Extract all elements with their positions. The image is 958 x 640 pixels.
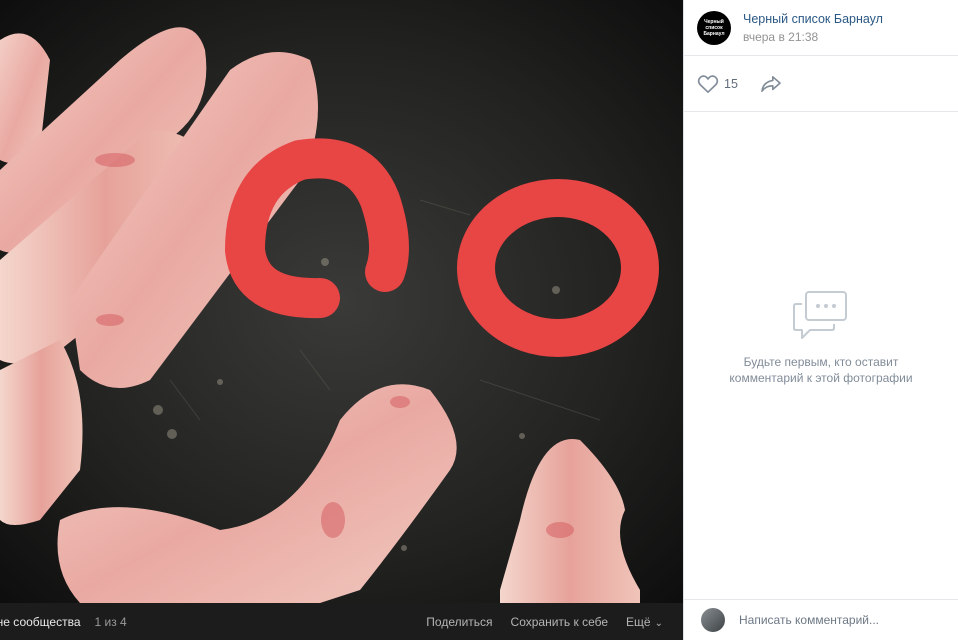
author-header: Черный список Барнаул Черный список Барн…	[684, 0, 958, 56]
photo-info-panel: Черный список Барнаул Черный список Барн…	[683, 0, 958, 640]
post-timestamp[interactable]: вчера в 21:38	[743, 29, 883, 45]
photo-bottom-bar: ене сообщества 1 из 4 Поделиться Сохрани…	[0, 603, 683, 640]
photo-viewer: ене сообщества 1 из 4 Поделиться Сохрани…	[0, 0, 683, 640]
user-avatar[interactable]	[701, 608, 725, 632]
community-name-link[interactable]: Черный список Барнаул	[743, 11, 883, 27]
share-photo-button[interactable]: Поделиться	[426, 615, 492, 629]
avatar-text-line-3: Барнаул	[703, 30, 725, 37]
like-count: 15	[724, 76, 738, 91]
photo-image[interactable]	[0, 0, 683, 603]
chevron-down-icon: ⌄	[654, 617, 663, 629]
share-arrow-icon	[761, 75, 781, 92]
comments-bubble-icon	[793, 291, 847, 339]
album-name-link[interactable]: ене сообщества	[0, 615, 81, 629]
like-button[interactable]: 15	[697, 74, 738, 94]
comments-empty-state: Будьте первым, кто оставит комментарий к…	[684, 112, 958, 599]
save-photo-button[interactable]: Сохранить к себе	[511, 615, 609, 629]
empty-comments-text: Будьте первым, кто оставит комментарий к…	[729, 355, 913, 385]
more-label: Ещё	[626, 614, 651, 629]
more-button[interactable]: Ещё ⌄	[626, 615, 663, 629]
photo-actions: Поделиться Сохранить к себе Ещё ⌄	[408, 615, 663, 629]
reactions-bar: 15	[684, 56, 958, 112]
community-avatar[interactable]: Черный список Барнаул	[697, 10, 731, 45]
heart-icon	[697, 74, 719, 93]
photo-counter: 1 из 4	[94, 614, 127, 629]
share-button[interactable]	[760, 75, 782, 93]
comment-composer	[684, 599, 958, 640]
comment-input[interactable]	[739, 613, 919, 627]
